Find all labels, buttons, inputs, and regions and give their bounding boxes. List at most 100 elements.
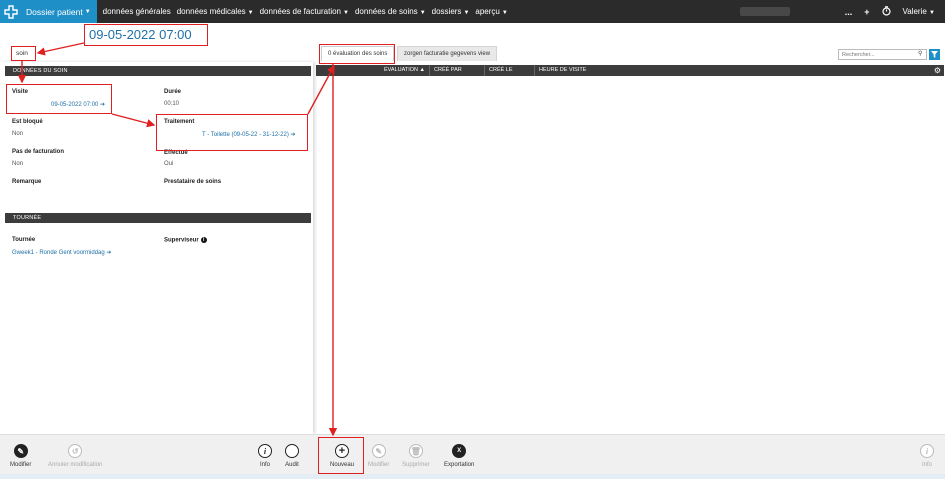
chevron-down-icon: ▼ (929, 10, 935, 16)
tournee-label: Tournée (12, 237, 36, 243)
superviseur-label: Superviseur (164, 237, 199, 244)
search-icon[interactable]: ⚲ (918, 50, 922, 57)
info-right-label: Info (921, 462, 932, 468)
grid-header: ÉVALUATION ▲ CRÉÉ PAR CRÉÉ LE HEURE DE V… (316, 65, 944, 76)
left-panel (0, 62, 313, 434)
tab-evaluation-des-soins[interactable]: 0 évaluation des soins (321, 46, 395, 61)
more-menu-button[interactable]: ... (845, 7, 853, 17)
circle-icon (285, 444, 299, 458)
col-cree-le[interactable]: CRÉÉ LE (484, 65, 534, 76)
pencil-icon: ✎ (371, 444, 386, 458)
excel-icon: X (452, 444, 467, 458)
page-title-date: 09-05-2022 07:00 (89, 27, 192, 42)
gear-icon[interactable]: ⚙ (934, 66, 941, 75)
modifier-label: Modifier (10, 462, 32, 468)
chevron-down-icon: ▼ (343, 10, 349, 16)
nav-donnees-soins-label: données de soins (354, 7, 418, 16)
modifier2-label: Modifier (368, 462, 390, 468)
est-bloque-label: Est bloqué (12, 119, 43, 125)
traitement-value: T - Toilette (09-05-22 - 31-12-22) (202, 132, 289, 138)
nav-donnees-facturation[interactable]: données de facturation ▼ (260, 7, 349, 16)
nav-dossiers-label: dossiers (431, 7, 462, 16)
tournee-link[interactable]: Gweek1 - Ronde Gent voormiddag ➔ (12, 249, 111, 256)
modifier-button[interactable]: ✎ Modifier (10, 444, 31, 468)
traitement-link[interactable]: T - Toilette (09-05-22 - 31-12-22) ➔ (202, 131, 296, 138)
info-button[interactable]: i Info (258, 444, 272, 468)
nav-donnees-generales[interactable]: données générales (103, 7, 171, 16)
nouveau-label: Nouveau (330, 462, 355, 468)
nav-dossiers[interactable]: dossiers ▼ (432, 7, 470, 16)
col-evaluation[interactable]: ÉVALUATION ▲ (366, 65, 429, 76)
nav-donnees-facturation-label: données de facturation (259, 7, 342, 16)
superviseur-field: Superviseur i (164, 237, 207, 244)
nav-donnees-medicales-label: données médicales (176, 7, 246, 16)
plus-circle-icon: + (335, 444, 350, 458)
info-icon: i (920, 444, 934, 458)
search-input[interactable] (838, 49, 927, 60)
col-cree-par[interactable]: CRÉÉ PAR (429, 65, 484, 76)
prestataire-label: Prestataire de soins (164, 179, 222, 185)
duree-label: Durée (164, 89, 182, 95)
tab-zorgen-facturatie[interactable]: zorgen facturatie gegevens view (397, 46, 498, 61)
blurred-patient-name (739, 7, 790, 16)
annuler-modification-button[interactable]: ↺ Annuler modification (48, 444, 102, 468)
nav-donnees-medicales[interactable]: données médicales ▼ (177, 7, 254, 16)
nav-apercu[interactable]: aperçu ▼ (475, 7, 507, 16)
supprimer-label: Supprimer (402, 462, 430, 468)
duree-value: 00:10 (164, 101, 180, 107)
nav-apercu-label: aperçu (475, 7, 500, 16)
stopwatch-icon[interactable] (881, 5, 891, 18)
chevron-down-icon: ▼ (419, 10, 426, 16)
section-donnees-du-soin: DONNÉES DU SOIN (5, 66, 311, 76)
add-button[interactable]: + (864, 7, 869, 17)
pas-facturation-value: Non (12, 161, 24, 167)
nav-dossier-patient[interactable]: Dossier patient ▼ (22, 0, 97, 23)
app-logo-icon[interactable] (0, 0, 22, 23)
supprimer-button[interactable]: 🗑 Supprimer (402, 444, 430, 468)
remarque-label: Remarque (12, 179, 42, 185)
visite-label: Visite (12, 89, 28, 95)
annuler-label: Annuler modification (48, 462, 103, 468)
visite-link[interactable]: 09-05-2022 07:00 ➔ (51, 101, 105, 108)
status-strip (0, 474, 945, 479)
arrow-right-icon: ➔ (290, 132, 296, 138)
bottom-toolbar: ✎ Modifier ↺ Annuler modification i Info… (0, 434, 945, 474)
audit-label: Audit (285, 462, 299, 468)
filter-button[interactable] (929, 49, 940, 60)
arrow-right-icon: ➔ (106, 250, 112, 256)
effectue-label: Effectué (164, 150, 188, 156)
main-menu: données générales données médicales ▼ don… (97, 0, 508, 23)
exportation-button[interactable]: X Exportation (444, 444, 474, 468)
top-nav-bar: Dossier patient ▼ données générales donné… (0, 0, 945, 23)
nav-dossier-patient-label: Dossier patient (26, 6, 83, 17)
undo-icon: ↺ (68, 444, 83, 458)
col-heure-de-visite[interactable]: HEURE DE VISITE (534, 65, 614, 76)
tournee-value: Gweek1 - Ronde Gent voormiddag (12, 250, 105, 256)
effectue-value: Oui (164, 161, 174, 167)
breadcrumb[interactable]: soin (16, 50, 28, 57)
pencil-icon: ✎ (13, 444, 28, 458)
traitement-label: Traitement (164, 119, 195, 125)
nav-right: ... + Valerie ▼ (739, 0, 945, 23)
chevron-down-icon: ▼ (501, 10, 508, 16)
user-name: Valerie (902, 7, 927, 16)
chevron-down-icon: ▼ (463, 10, 470, 16)
chevron-down-icon: ▼ (247, 10, 254, 16)
nouveau-button[interactable]: + Nouveau (330, 444, 354, 468)
audit-button[interactable]: Audit (285, 444, 299, 468)
arrow-right-icon: ➔ (100, 102, 106, 108)
modifier-disabled-button[interactable]: ✎ Modifier (368, 444, 389, 468)
info-label: Info (259, 462, 270, 468)
info-icon[interactable]: i (200, 237, 207, 243)
exportation-label: Exportation (444, 462, 475, 468)
est-bloque-value: Non (12, 131, 24, 137)
filter-icon (931, 51, 938, 58)
trash-icon: 🗑 (408, 444, 423, 458)
info-icon: i (258, 444, 272, 458)
section-tournee: TOURNÉE (5, 213, 311, 223)
pas-facturation-label: Pas de facturation (12, 149, 65, 155)
user-menu[interactable]: Valerie ▼ (903, 7, 936, 16)
visite-value: 09-05-2022 07:00 (51, 102, 99, 108)
nav-donnees-soins[interactable]: données de soins ▼ (355, 7, 426, 16)
info-right-button[interactable]: i Info (920, 444, 934, 468)
